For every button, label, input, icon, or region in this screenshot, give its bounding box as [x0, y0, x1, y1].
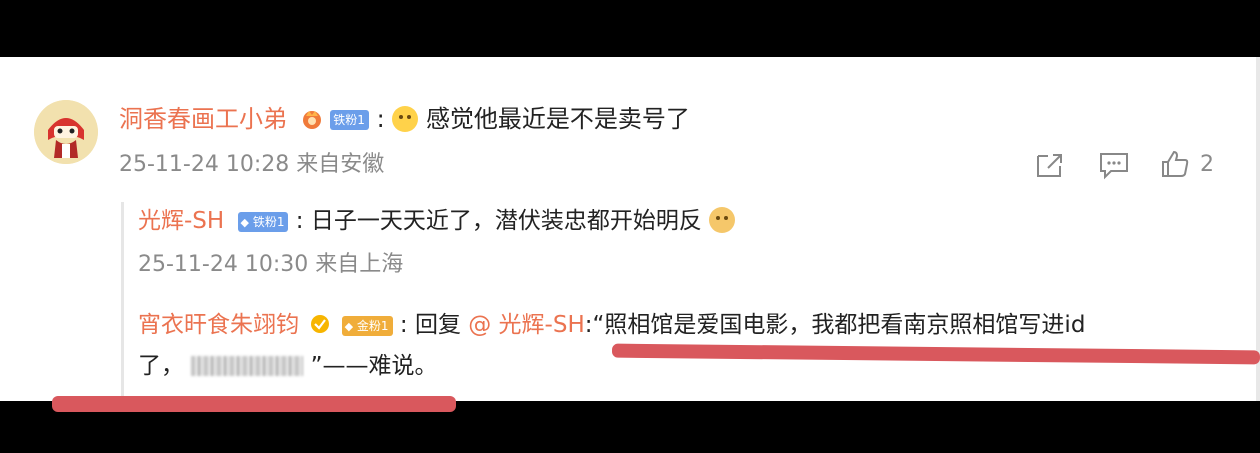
sweat-face-emoji-icon [392, 106, 419, 132]
reply-2-text-line-1: :“照相馆是爱国电影，我都把看南京照相馆写进id [584, 312, 1086, 338]
reply-2-fan-badge: ◆ 金粉1 [341, 315, 393, 336]
reply-1-meta: 25-11-24 10:30 来自上海 [138, 251, 403, 279]
reply-2-separator: : [399, 312, 408, 338]
reply-2-fan-badge-label: 金粉1 [356, 318, 389, 333]
comment-text: 感觉他最近是不是卖号了 [425, 105, 690, 133]
redacted-text [191, 356, 304, 376]
diamond-icon: ◆ [344, 319, 354, 333]
reply-2-line-2: 了， ”——难说。 [138, 351, 438, 381]
comment-separator: : [376, 105, 385, 133]
like-count: 2 [1200, 152, 1214, 177]
share-icon [1037, 154, 1062, 177]
diamond-icon: ◆ [240, 215, 249, 229]
avatar[interactable] [34, 100, 98, 164]
doge-emoji-icon [709, 207, 736, 233]
comment-meta: 25-11-24 10:28 来自安徽 [119, 151, 384, 179]
fan-badge-label: 铁粉1 [333, 113, 365, 127]
reply-1-location: 来自上海 [315, 252, 404, 277]
reply-2-text-line-2-pre: 了， [138, 353, 184, 379]
share-button[interactable] [1034, 150, 1066, 184]
reply-1-separator: : [295, 208, 304, 234]
comment-icon [1100, 153, 1128, 180]
verified-icon [310, 312, 330, 333]
comment-button[interactable] [1098, 150, 1130, 184]
reply-2-line-1: 宵衣旰食朱翊钧 ◆ 金粉1 : 回复 @ 光辉-SH:“照相馆是爱国电影，我都把… [138, 310, 1085, 340]
comment-location: 来自安徽 [296, 152, 385, 177]
reply-1-fan-badge-label: 铁粉1 [252, 214, 285, 229]
reply-1-text: 日子一天天近了，潜伏装忠都开始明反 [310, 208, 702, 234]
reply-2-mention[interactable]: @ 光辉-SH [468, 312, 585, 338]
scrollbar[interactable] [1256, 57, 1260, 401]
reply-thread-line [121, 202, 124, 397]
lion-dance-avatar-icon [34, 100, 98, 164]
comment-header: 洞香春画工小弟 铁粉1 : 感觉他最近是不是卖号了 [119, 104, 690, 134]
reply-1-username[interactable]: 光辉-SH [138, 208, 224, 234]
reply-1-timestamp: 25-11-24 10:30 [138, 252, 309, 277]
reply-2-username[interactable]: 宵衣旰食朱翊钧 [138, 312, 299, 338]
reply-2-text-line-2-post: ”——难说。 [310, 353, 438, 379]
annotation-underline-left [52, 396, 456, 412]
fan-badge: 铁粉1 [330, 110, 369, 130]
like-button[interactable] [1160, 149, 1190, 183]
reply-1-header: 光辉-SH ◆ 铁粉1 : 日子一天天近了，潜伏装忠都开始明反 [138, 206, 736, 236]
vip-crown-icon [301, 107, 323, 129]
reply-2-reply-prefix: 回复 [414, 312, 461, 338]
thumbs-up-icon [1162, 150, 1189, 177]
comment-timestamp: 25-11-24 10:28 [119, 152, 290, 177]
comment-username[interactable]: 洞香春画工小弟 [119, 105, 287, 133]
reply-1-fan-badge: ◆ 铁粉1 [237, 211, 289, 232]
